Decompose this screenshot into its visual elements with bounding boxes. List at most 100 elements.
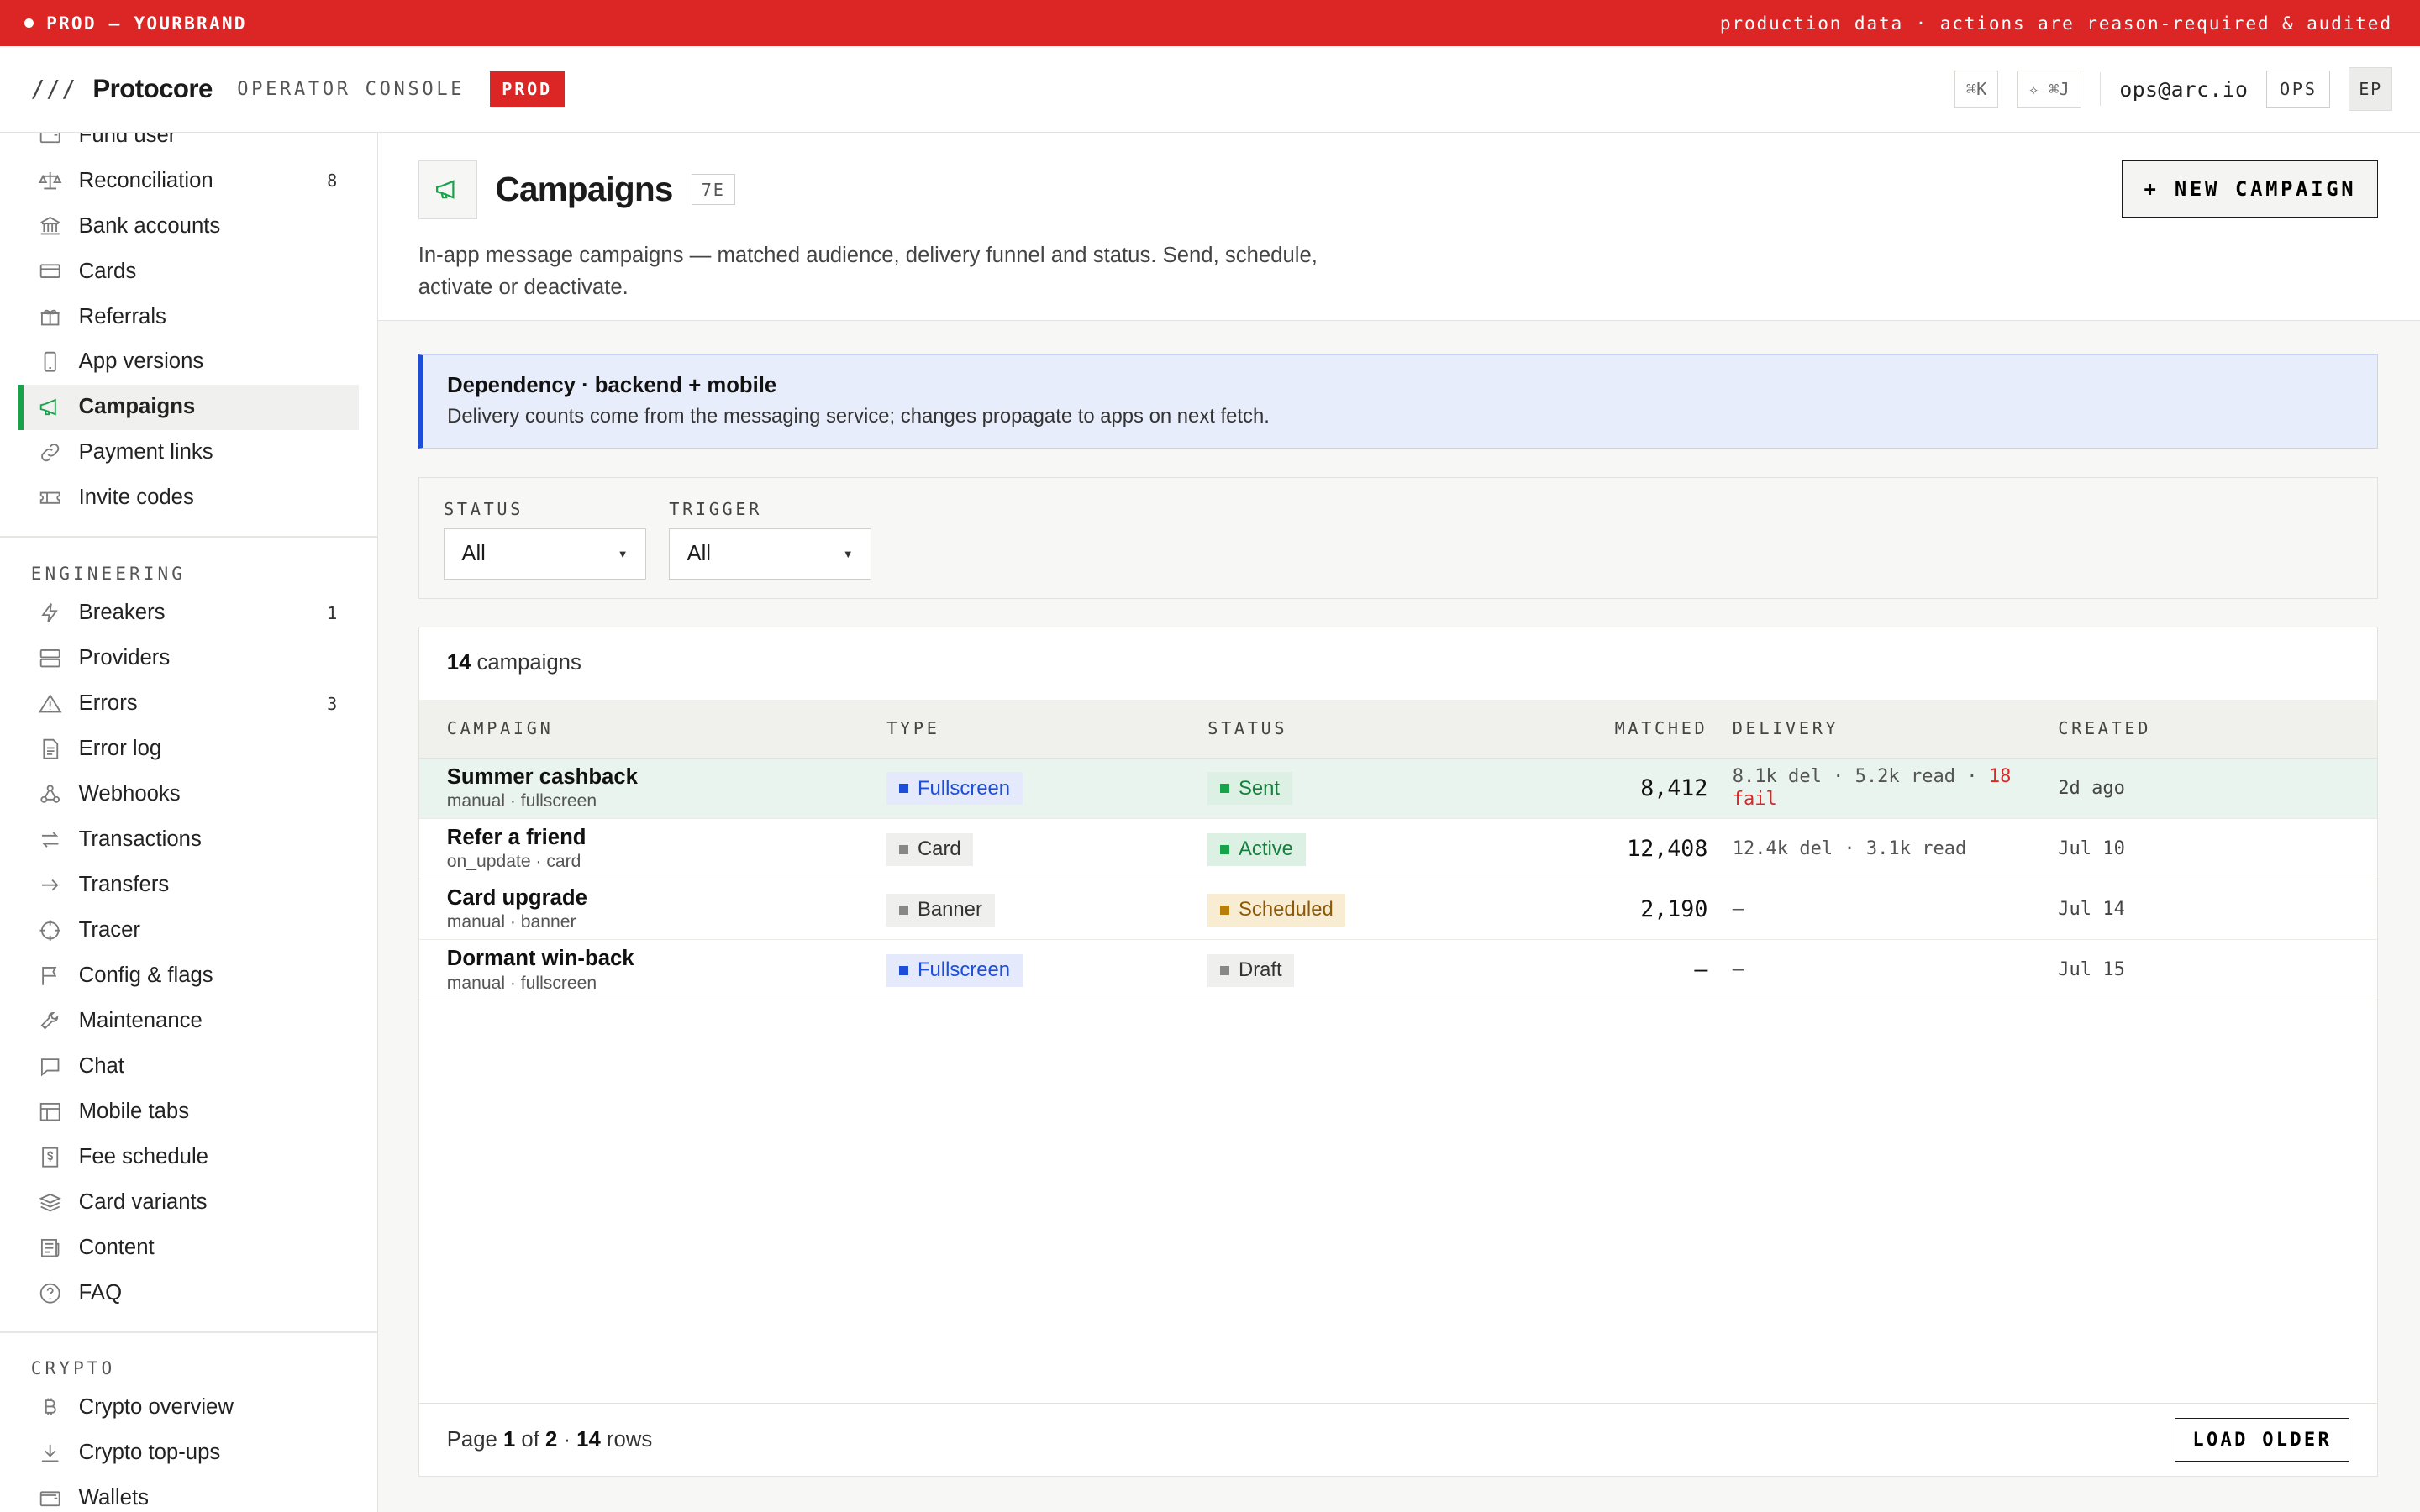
server-icon	[37, 645, 63, 671]
type-label: Fullscreen	[917, 958, 1011, 982]
flag-icon	[37, 963, 63, 989]
sidebar-item-faq[interactable]: FAQ	[18, 1270, 359, 1315]
sidebar-item-bank-accounts[interactable]: Bank accounts	[18, 203, 359, 249]
col-header-campaign[interactable]: CAMPAIGN	[419, 718, 859, 738]
col-header-status[interactable]: STATUS	[1180, 718, 1473, 738]
table-header: CAMPAIGN TYPE STATUS MATCHED DELIVERY CR…	[418, 700, 2378, 759]
wallet-icon	[37, 1485, 63, 1511]
type-label: Fullscreen	[917, 776, 1011, 800]
sidebar-item-transfers[interactable]: Transfers	[18, 862, 359, 907]
sidebar-item-breakers[interactable]: Breakers 1	[18, 591, 359, 636]
scale-icon	[37, 167, 63, 193]
sidebar-item-label: Error log	[78, 737, 162, 760]
col-header-type[interactable]: TYPE	[859, 718, 1180, 738]
sidebar-item-cards[interactable]: Cards	[18, 249, 359, 294]
sidebar-item-label: Payment links	[78, 440, 213, 465]
sidebar-item-app-versions[interactable]: App versions	[18, 339, 359, 385]
dependency-text: Delivery counts come from the messaging …	[447, 404, 1270, 428]
pager-page-word: Page	[446, 1427, 497, 1452]
command-search-button[interactable]: ⌘K	[1954, 70, 1999, 108]
type-badge: Fullscreen	[886, 772, 1023, 806]
sidebar-item-count: 8	[327, 171, 338, 192]
status-label: Draft	[1238, 958, 1282, 982]
sidebar-item-card-variants[interactable]: Card variants	[18, 1179, 359, 1225]
campaign-trigger: manual · fullscreen	[446, 791, 597, 811]
col-header-matched[interactable]: MATCHED	[1473, 718, 1707, 738]
bitcoin-icon	[37, 1394, 63, 1420]
campaign-name[interactable]: Refer a friend	[447, 825, 859, 851]
cell-matched: 2,190	[1640, 896, 1708, 923]
sidebar-item-referrals[interactable]: Referrals	[18, 294, 359, 339]
col-header-delivery[interactable]: DELIVERY	[1707, 718, 2058, 738]
table-row[interactable]: Dormant win-back manual · fullscreen Fulls…	[418, 940, 2378, 1001]
sidebar-item-error-log[interactable]: Error log	[18, 727, 359, 772]
sidebar-item-label: Wallets	[78, 1486, 149, 1510]
sidebar-item-mobile-tabs[interactable]: Mobile tabs	[18, 1089, 359, 1134]
banner-warning: production data · actions are reason-req…	[1719, 13, 2392, 34]
ticket-icon	[37, 485, 63, 511]
cell-status: Sent	[1180, 771, 1473, 806]
banner-env-label: PROD — YOURBRAND	[46, 13, 247, 34]
sidebar-item-invite-codes[interactable]: Invite codes	[18, 475, 359, 521]
trigger-select[interactable]: All ▼	[669, 528, 871, 580]
sidebar-item-label: Maintenance	[78, 1008, 203, 1032]
table-body: Summer cashback manual · fullscreen Fullsc…	[418, 758, 2378, 1001]
sidebar-item-providers[interactable]: Providers	[18, 636, 359, 681]
sidebar-item-reconciliation[interactable]: Reconciliation 8	[18, 158, 359, 203]
sidebar-item-tracer[interactable]: Tracer	[18, 907, 359, 953]
sidebar-item-webhooks[interactable]: Webhooks	[18, 772, 359, 817]
link-icon	[37, 439, 63, 465]
cell-status: Active	[1180, 832, 1473, 866]
pager-of-word: of	[521, 1427, 539, 1452]
sidebar-item-label: Crypto top-ups	[78, 1441, 221, 1465]
wallet-icon	[37, 132, 63, 149]
sidebar-item-content[interactable]: Content	[18, 1225, 359, 1270]
sidebar[interactable]: Fund user Reconciliation 8 Bank accounts Car…	[0, 132, 378, 1512]
sidebar-item-crypto-overview[interactable]: Crypto overview	[18, 1385, 359, 1431]
load-older-button[interactable]: LOAD OLDER	[2175, 1417, 2350, 1462]
sidebar-item-config-flags[interactable]: Config & flags	[18, 953, 359, 998]
arrows-icon	[37, 827, 63, 853]
table-row[interactable]: Summer cashback manual · fullscreen Fullsc…	[418, 758, 2378, 819]
sidebar-item-campaigns[interactable]: Campaigns	[18, 384, 359, 431]
sidebar-item-crypto-top-ups[interactable]: Crypto top-ups	[18, 1431, 359, 1476]
result-count-label: campaigns	[476, 651, 581, 675]
campaign-name[interactable]: Dormant win-back	[447, 946, 859, 972]
delivery-stats: –	[1732, 959, 1744, 981]
sidebar-item-errors[interactable]: Errors 3	[18, 681, 359, 727]
cell-type: Card	[859, 832, 1180, 866]
user-email[interactable]: ops@arc.io	[2119, 77, 2248, 102]
phone-icon	[37, 349, 63, 375]
sidebar-item-label: Config & flags	[78, 963, 213, 987]
campaign-name[interactable]: Card upgrade	[447, 885, 859, 911]
divider	[0, 1331, 377, 1333]
sidebar-item-label: Transactions	[78, 827, 202, 851]
sidebar-item-maintenance[interactable]: Maintenance	[18, 998, 359, 1043]
type-label: Card	[917, 837, 961, 861]
sidebar-item-transactions[interactable]: Transactions	[18, 816, 359, 862]
status-select[interactable]: All ▼	[444, 528, 646, 580]
quick-jump-button[interactable]: ✧ ⌘J	[2017, 70, 2081, 108]
type-badge: Card	[886, 832, 974, 866]
new-campaign-button[interactable]: + NEW CAMPAIGN	[2122, 160, 2379, 218]
sidebar-item-wallets[interactable]: Wallets	[18, 1476, 359, 1512]
role-badge: OPS	[2266, 70, 2331, 108]
sidebar-item-payment-links[interactable]: Payment links	[18, 430, 359, 475]
brand-name[interactable]: Protocore	[92, 74, 213, 104]
divider	[2099, 71, 2102, 107]
filter-bar: STATUS All ▼ TRIGGER All ▼	[418, 476, 2379, 599]
avatar[interactable]: EP	[2349, 67, 2392, 111]
table-row[interactable]: Card upgrade manual · banner Banner Schedul…	[418, 879, 2378, 941]
sidebar-item-label: Content	[78, 1235, 155, 1259]
delivery-stats: 8.1k del · 5.2k read ·	[1732, 765, 1989, 787]
status-square-icon	[1219, 844, 1229, 854]
cell-campaign: Refer a friend on_update · card	[419, 825, 859, 873]
sidebar-item-fund-user[interactable]: Fund user	[18, 132, 359, 158]
table-row[interactable]: Refer a friend on_update · card Card Active…	[418, 819, 2378, 880]
status-label: Sent	[1238, 776, 1281, 800]
col-header-created[interactable]: CREATED	[2058, 718, 2366, 738]
sidebar-item-chat[interactable]: Chat	[18, 1043, 359, 1089]
sidebar-item-fee-schedule[interactable]: Fee schedule	[18, 1134, 359, 1179]
card-icon	[37, 258, 63, 284]
campaign-name[interactable]: Summer cashback	[447, 764, 859, 790]
